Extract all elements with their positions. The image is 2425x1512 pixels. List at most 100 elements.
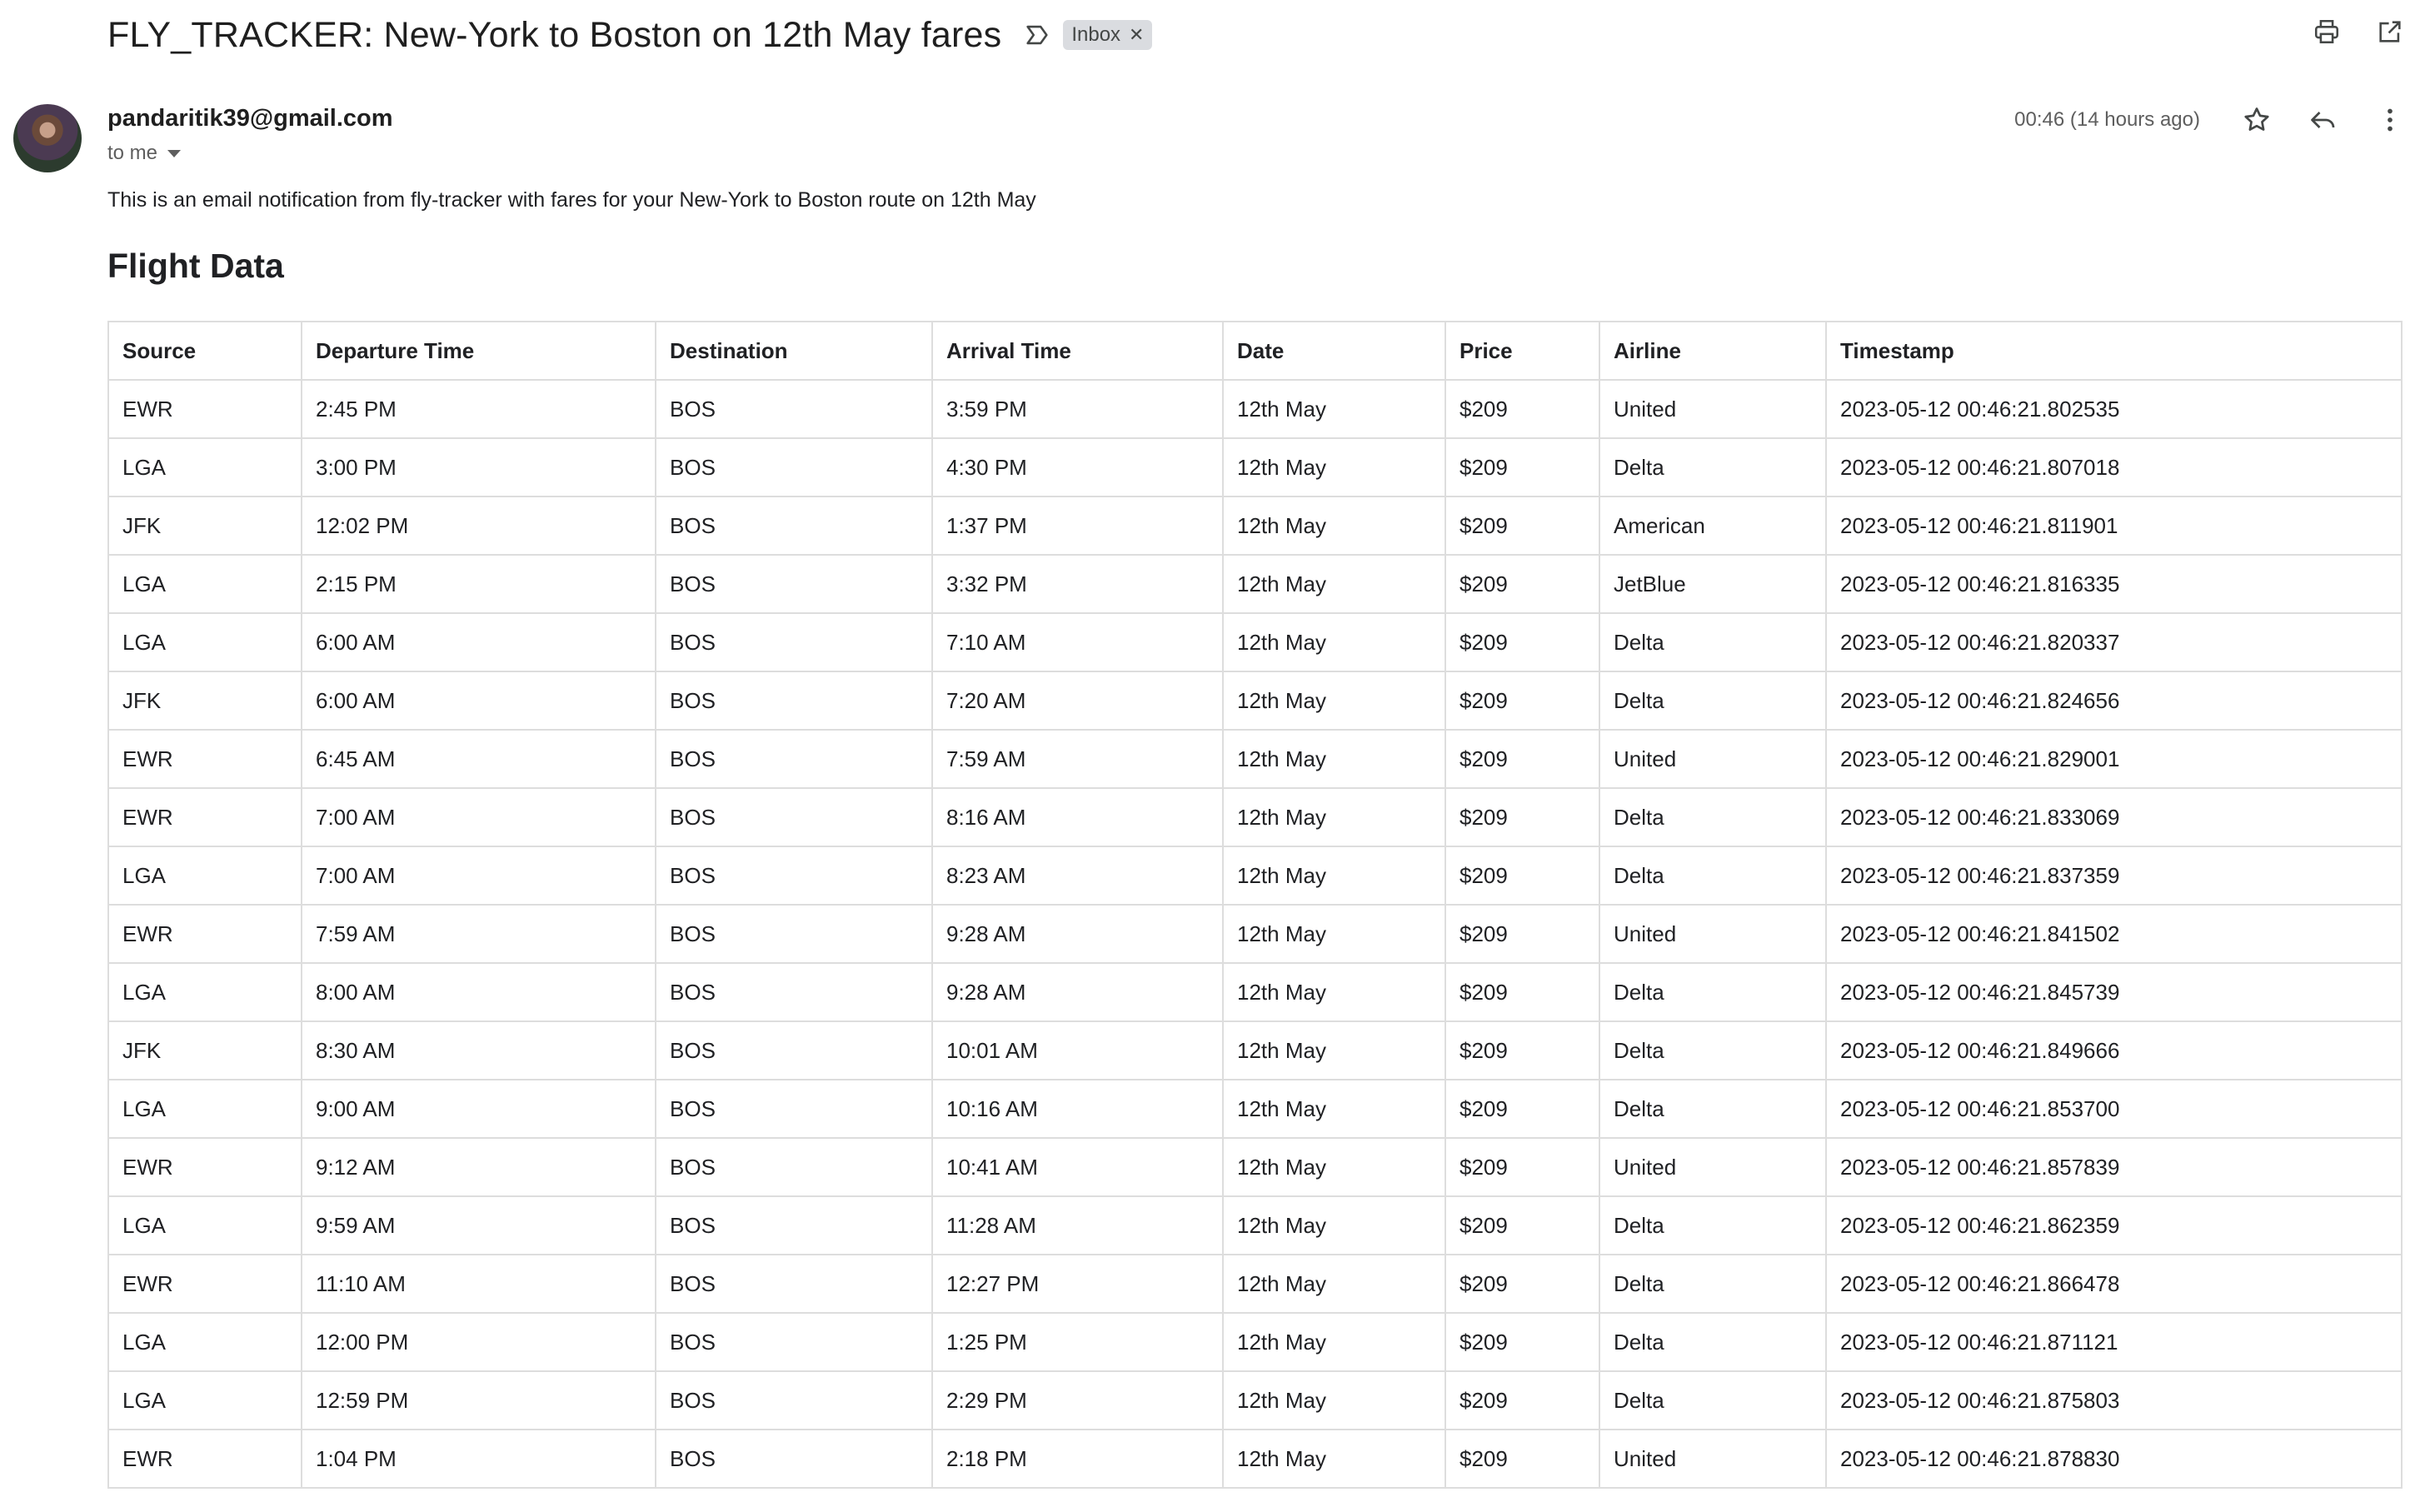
table-row: EWR 11:10 AM BOS 12:27 PM 12th May $209 Delta 2… — [107, 1254, 2403, 1314]
table-cell: JetBlue — [1599, 554, 1827, 614]
column-header: Timestamp — [1825, 321, 2403, 381]
table-cell: EWR — [107, 729, 302, 789]
table-row: LGA 3:00 PM BOS 4:30 PM 12th May $209 Delta 202… — [107, 437, 2403, 497]
table-cell: EWR — [107, 1429, 302, 1489]
table-cell: BOS — [655, 904, 933, 964]
table-cell: 12th May — [1222, 904, 1446, 964]
table-cell: 12th May — [1222, 729, 1446, 789]
table-cell: 12:59 PM — [301, 1370, 656, 1430]
table-cell: 2023-05-12 00:46:21.853700 — [1825, 1079, 2403, 1139]
table-cell: 12:02 PM — [301, 496, 656, 556]
table-cell: LGA — [107, 437, 302, 497]
table-cell: 8:23 AM — [931, 846, 1224, 906]
table-row: LGA 6:00 AM BOS 7:10 AM 12th May $209 Delta 202… — [107, 612, 2403, 672]
chevron-down-icon[interactable] — [167, 149, 182, 157]
table-cell: $209 — [1445, 554, 1600, 614]
table-row: JFK 8:30 AM BOS 10:01 AM 12th May $209 Delta 20… — [107, 1020, 2403, 1080]
table-cell: LGA — [107, 1195, 302, 1255]
table-row: JFK 6:00 AM BOS 7:20 AM 12th May $209 Delta 202… — [107, 671, 2403, 731]
table-header-row: Source Departure Time Destination Arrival T… — [107, 321, 2403, 381]
table-cell: 12th May — [1222, 671, 1446, 731]
table-cell: LGA — [107, 1312, 302, 1372]
table-cell: 12th May — [1222, 1312, 1446, 1372]
table-cell: 10:16 AM — [931, 1079, 1224, 1139]
table-cell: $209 — [1445, 846, 1600, 906]
table-cell: $209 — [1445, 437, 1600, 497]
table-cell: 8:00 AM — [301, 962, 656, 1022]
importance-marker-icon[interactable] — [1023, 21, 1051, 49]
table-cell: BOS — [655, 1079, 933, 1139]
table-cell: 2:45 PM — [301, 379, 656, 439]
table-cell: 7:00 AM — [301, 787, 656, 847]
table-cell: 12:00 PM — [301, 1312, 656, 1372]
table-row: LGA 8:00 AM BOS 9:28 AM 12th May $209 Delta 202… — [107, 962, 2403, 1022]
table-cell: JFK — [107, 1020, 302, 1080]
open-in-new-window-icon[interactable] — [2375, 17, 2405, 47]
table-row: LGA 9:59 AM BOS 11:28 AM 12th May $209 Delta 20… — [107, 1195, 2403, 1255]
table-cell: Delta — [1599, 846, 1827, 906]
column-header: Source — [107, 321, 302, 381]
sender-avatar[interactable] — [13, 104, 82, 172]
recipient-line: to me — [107, 142, 182, 165]
table-cell: 1:37 PM — [931, 496, 1224, 556]
table-cell: 12th May — [1222, 1020, 1446, 1080]
table-row: EWR 7:59 AM BOS 9:28 AM 12th May $209 United 20… — [107, 904, 2403, 964]
table-cell: BOS — [655, 1195, 933, 1255]
table-cell: $209 — [1445, 729, 1600, 789]
reply-icon[interactable] — [2308, 105, 2338, 135]
table-cell: BOS — [655, 612, 933, 672]
print-icon[interactable] — [2312, 17, 2342, 47]
table-cell: EWR — [107, 379, 302, 439]
star-icon[interactable] — [2242, 105, 2272, 135]
table-cell: 1:04 PM — [301, 1429, 656, 1489]
table-cell: BOS — [655, 1254, 933, 1314]
table-cell: 7:10 AM — [931, 612, 1224, 672]
message-time: 00:46 (14 hours ago) — [2014, 108, 2200, 131]
sender-email[interactable]: pandaritik39@gmail.com — [107, 105, 393, 132]
table-cell: 2023-05-12 00:46:21.837359 — [1825, 846, 2403, 906]
table-cell: 12th May — [1222, 554, 1446, 614]
table-cell: 9:59 AM — [301, 1195, 656, 1255]
table-cell: EWR — [107, 1254, 302, 1314]
table-cell: 2023-05-12 00:46:21.849666 — [1825, 1020, 2403, 1080]
table-cell: 2023-05-12 00:46:21.816335 — [1825, 554, 2403, 614]
table-cell: 9:28 AM — [931, 962, 1224, 1022]
table-cell: 7:59 AM — [301, 904, 656, 964]
inbox-label-chip[interactable]: Inbox ✕ — [1063, 20, 1153, 50]
table-cell: 3:32 PM — [931, 554, 1224, 614]
table-cell: BOS — [655, 554, 933, 614]
table-cell: 2023-05-12 00:46:21.824656 — [1825, 671, 2403, 731]
table-cell: 12th May — [1222, 1079, 1446, 1139]
table-cell: United — [1599, 729, 1827, 789]
table-row: JFK 12:02 PM BOS 1:37 PM 12th May $209 America… — [107, 496, 2403, 556]
table-cell: BOS — [655, 379, 933, 439]
table-cell: 12th May — [1222, 846, 1446, 906]
table-cell: 7:00 AM — [301, 846, 656, 906]
table-cell: EWR — [107, 904, 302, 964]
table-cell: Delta — [1599, 1020, 1827, 1080]
table-cell: 7:59 AM — [931, 729, 1224, 789]
table-cell: 6:00 AM — [301, 612, 656, 672]
table-cell: 12th May — [1222, 1195, 1446, 1255]
table-cell: BOS — [655, 729, 933, 789]
more-vert-icon[interactable] — [2375, 105, 2405, 135]
table-cell: BOS — [655, 437, 933, 497]
table-cell: $209 — [1445, 1137, 1600, 1197]
close-icon[interactable]: ✕ — [1129, 24, 1144, 46]
table-cell: LGA — [107, 846, 302, 906]
table-cell: United — [1599, 904, 1827, 964]
table-cell: 2023-05-12 00:46:21.811901 — [1825, 496, 2403, 556]
table-cell: 2023-05-12 00:46:21.802535 — [1825, 379, 2403, 439]
email-view: FLY_TRACKER: New-York to Boston on 12th … — [0, 0, 2425, 1512]
table-cell: BOS — [655, 787, 933, 847]
table-cell: 2023-05-12 00:46:21.862359 — [1825, 1195, 2403, 1255]
table-cell: 2023-05-12 00:46:21.820337 — [1825, 612, 2403, 672]
table-cell: $209 — [1445, 904, 1600, 964]
table-cell: Delta — [1599, 1079, 1827, 1139]
table-cell: BOS — [655, 1020, 933, 1080]
table-cell: BOS — [655, 1370, 933, 1430]
table-cell: United — [1599, 1429, 1827, 1489]
table-cell: 8:30 AM — [301, 1020, 656, 1080]
column-header: Airline — [1599, 321, 1827, 381]
column-header: Price — [1445, 321, 1600, 381]
